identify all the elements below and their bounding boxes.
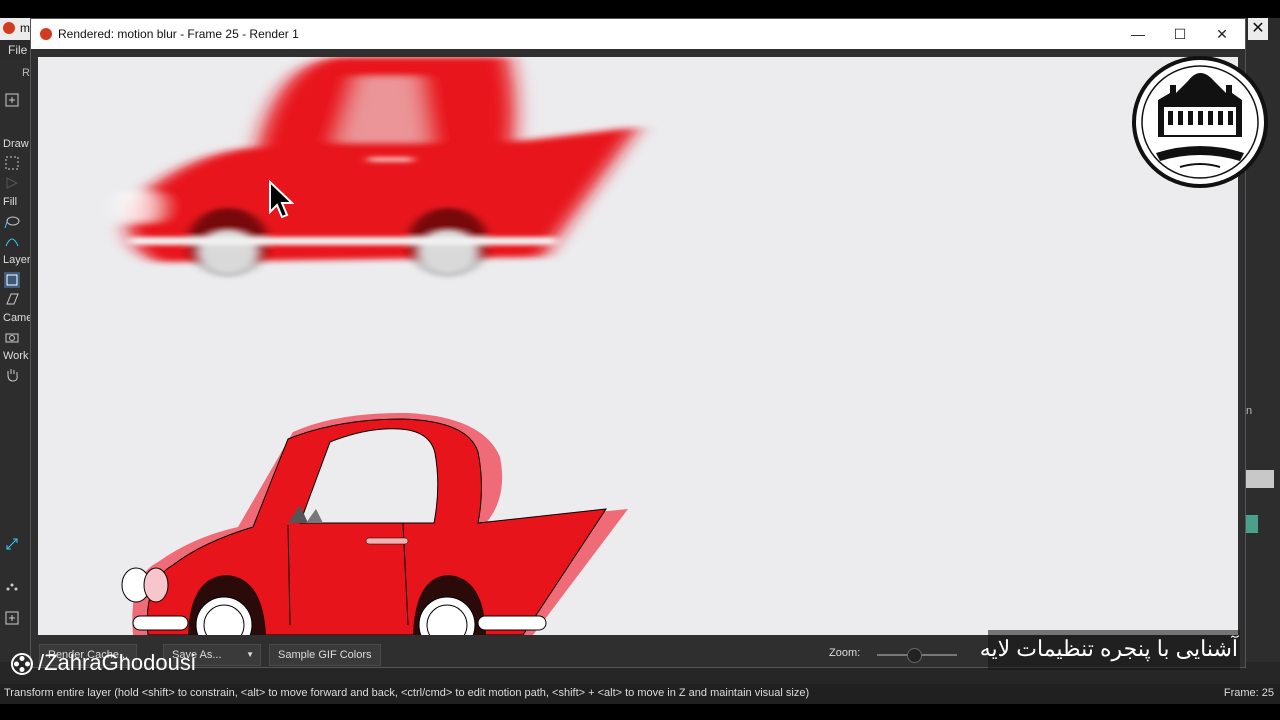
- right-panel-fragment: n: [1246, 405, 1253, 417]
- toolbar-fragment: R: [22, 67, 30, 79]
- shape-tool-icon[interactable]: [4, 175, 20, 191]
- zoom-slider-handle[interactable]: [907, 648, 922, 663]
- render-window-title: Rendered: motion blur - Frame 25 - Rende…: [58, 27, 299, 41]
- frame-indicator: Frame: 25: [1223, 687, 1274, 699]
- watermark: /ZahraGhodousi: [10, 650, 196, 676]
- tools-panel: R Draw Fill Layer Came Work: [0, 60, 32, 680]
- menu-file[interactable]: File: [8, 43, 27, 57]
- right-panel-color-chip[interactable]: [1246, 515, 1258, 533]
- sample-gif-colors-button[interactable]: Sample GIF Colors: [269, 644, 381, 666]
- minimize-button[interactable]: —: [1117, 19, 1159, 49]
- sharp-car: [121, 412, 628, 635]
- render-window-titlebar[interactable]: Rendered: motion blur - Frame 25 - Rende…: [31, 19, 1245, 49]
- app-title-fragment: m: [20, 21, 30, 35]
- building-seal-logo-icon: [1132, 56, 1268, 188]
- render-canvas: [38, 57, 1238, 635]
- fill-section-label: Fill: [3, 196, 18, 208]
- arrow-cursor-icon: [269, 180, 294, 219]
- points-icon[interactable]: [4, 579, 20, 595]
- camera-section-label: Came: [3, 312, 31, 324]
- lasso-icon[interactable]: [4, 214, 20, 230]
- render-image: [118, 57, 638, 635]
- bottom-strip: [0, 704, 1280, 720]
- top-strip: [0, 0, 1280, 18]
- hand-icon[interactable]: [4, 366, 20, 382]
- moho-logo-icon: [40, 28, 52, 40]
- render-window: Rendered: motion blur - Frame 25 - Rende…: [30, 18, 1246, 668]
- close-button[interactable]: ✕: [1201, 19, 1243, 49]
- workspace-section-label: Work: [3, 350, 29, 362]
- watermark-text: /ZahraGhodousi: [38, 650, 196, 675]
- transform-layer-icon[interactable]: [4, 272, 20, 288]
- layer-section-label: Layer: [3, 254, 31, 266]
- video-caption: آشنایی با پنجره تنظیمات لایه: [979, 636, 1238, 661]
- right-panel-swatch[interactable]: [1244, 470, 1274, 488]
- layer-tool-icon[interactable]: [4, 92, 20, 108]
- status-message: Transform entire layer (hold <shift> to …: [4, 687, 810, 699]
- film-reel-icon: [11, 653, 33, 676]
- app-close-button[interactable]: ✕: [1248, 18, 1268, 40]
- chevron-down-icon: ▼: [246, 650, 254, 659]
- expand-icon[interactable]: [4, 536, 20, 552]
- zoom-label: Zoom:: [829, 647, 861, 659]
- draw-section-label: Draw: [3, 138, 29, 150]
- app-logo-icon: [3, 22, 15, 34]
- select-points-icon[interactable]: [4, 155, 20, 171]
- stroke-tool-icon[interactable]: [4, 232, 20, 248]
- camera-icon[interactable]: [4, 329, 20, 345]
- maximize-button[interactable]: ☐: [1159, 19, 1201, 49]
- set-origin-icon[interactable]: [4, 291, 20, 307]
- layer-add-icon[interactable]: [4, 610, 20, 626]
